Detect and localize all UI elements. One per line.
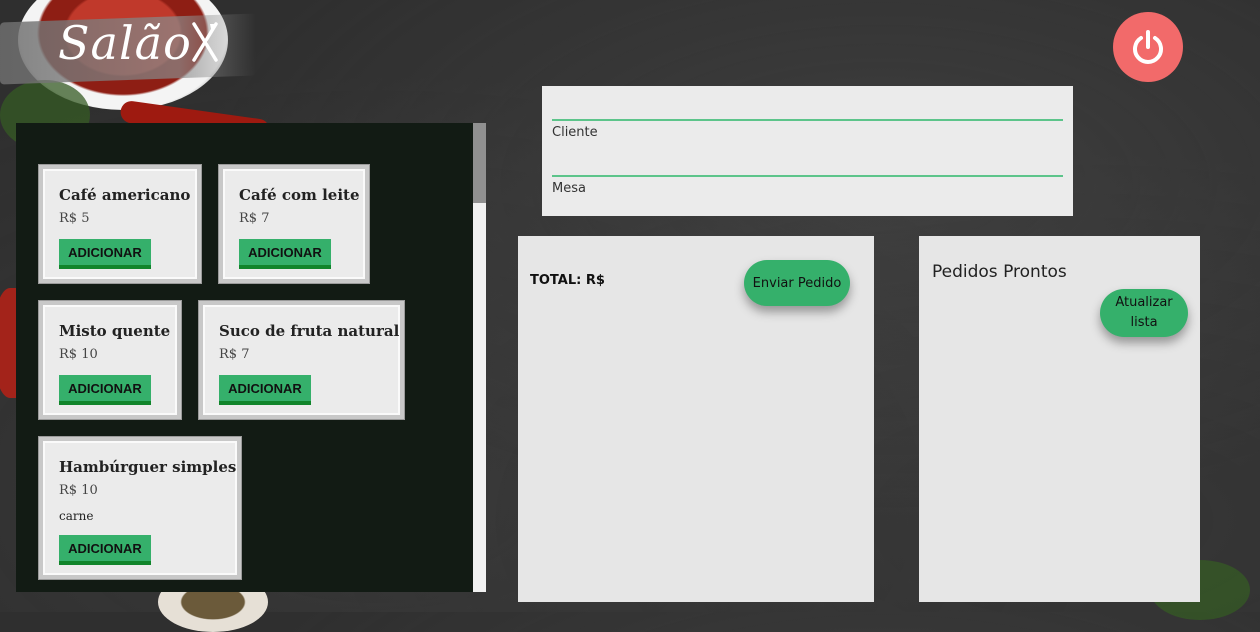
order-panel: TOTAL: R$ Enviar Pedido bbox=[518, 236, 874, 602]
menu-scrollbar-thumb[interactable] bbox=[473, 123, 486, 203]
send-order-button[interactable]: Enviar Pedido bbox=[744, 260, 850, 306]
menu-item-price: R$ 5 bbox=[59, 211, 90, 226]
menu-item-price: R$ 10 bbox=[59, 347, 98, 362]
refresh-list-button[interactable]: Atualizar lista bbox=[1100, 289, 1188, 337]
table-label: Mesa bbox=[552, 181, 586, 196]
client-input[interactable] bbox=[552, 119, 1063, 121]
add-item-button[interactable]: ADICIONAR bbox=[219, 375, 311, 405]
menu-item-card: Suco de fruta natural R$ 7 ADICIONAR bbox=[199, 301, 404, 419]
add-item-button[interactable]: ADICIONAR bbox=[59, 239, 151, 269]
menu-panel: Café americano R$ 5 ADICIONAR Café com l… bbox=[16, 123, 486, 592]
add-item-button[interactable]: ADICIONAR bbox=[239, 239, 331, 269]
fork-knife-icon bbox=[190, 22, 220, 71]
menu-item-name: Café americano bbox=[59, 186, 191, 204]
menu-item-card: Hambúrguer simples R$ 10 carne ADICIONAR bbox=[39, 437, 241, 579]
menu-item-card: Café com leite R$ 7 ADICIONAR bbox=[219, 165, 369, 283]
client-label: Cliente bbox=[552, 125, 598, 140]
menu-item-price: R$ 10 bbox=[59, 483, 98, 498]
menu-item-price: R$ 7 bbox=[219, 347, 250, 362]
table-input[interactable] bbox=[552, 175, 1063, 177]
ready-orders-title: Pedidos Prontos bbox=[932, 262, 1067, 282]
customer-form: Cliente Mesa bbox=[542, 86, 1073, 216]
logout-button[interactable] bbox=[1113, 12, 1183, 82]
menu-item-description: carne bbox=[59, 509, 94, 523]
menu-item-name: Café com leite bbox=[239, 186, 360, 204]
add-item-button[interactable]: ADICIONAR bbox=[59, 535, 151, 565]
menu-item-card: Misto quente R$ 10 ADICIONAR bbox=[39, 301, 181, 419]
add-item-button[interactable]: ADICIONAR bbox=[59, 375, 151, 405]
menu-item-price: R$ 7 bbox=[239, 211, 270, 226]
menu-item-name: Suco de fruta natural bbox=[219, 322, 400, 340]
order-total: TOTAL: R$ bbox=[530, 273, 605, 288]
logo-text: Salão bbox=[58, 16, 192, 70]
menu-item-name: Hambúrguer simples bbox=[59, 458, 237, 476]
menu-scrollbar[interactable] bbox=[473, 123, 486, 592]
ready-orders-panel: Pedidos Prontos Atualizar lista bbox=[919, 236, 1200, 602]
menu-item-name: Misto quente bbox=[59, 322, 171, 340]
menu-item-card: Café americano R$ 5 ADICIONAR bbox=[39, 165, 201, 283]
power-icon bbox=[1133, 30, 1163, 64]
